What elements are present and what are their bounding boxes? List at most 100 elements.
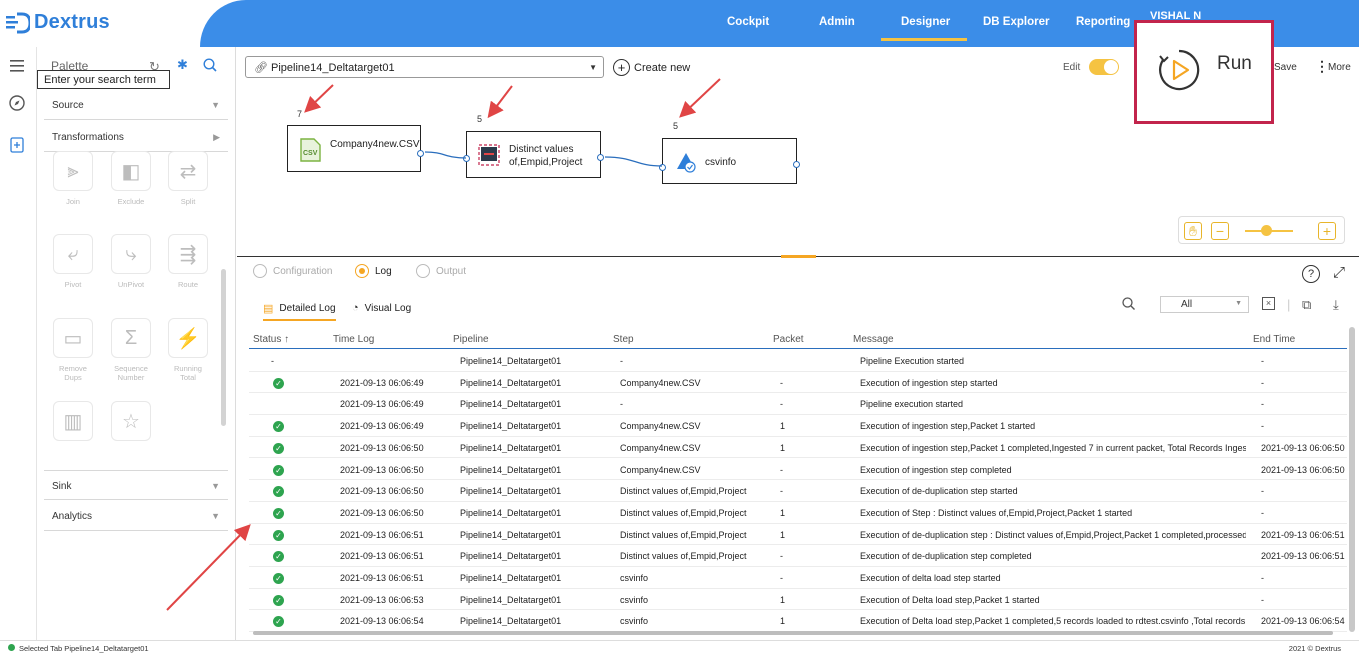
- cell-packet: -: [780, 486, 783, 497]
- table-row[interactable]: 2021-09-13 06:06:49 Pipeline14_Deltatarge…: [249, 393, 1347, 416]
- clear-filter-icon[interactable]: ×: [1262, 297, 1275, 310]
- cell-pipeline: Pipeline14_Deltatarget01: [460, 594, 562, 605]
- radio-selected-icon: [355, 264, 369, 278]
- cell-step: -: [620, 356, 623, 366]
- zoom-in-button[interactable]: +: [1318, 222, 1336, 240]
- tab-label: Output: [436, 265, 467, 277]
- document-icon: ▤: [263, 303, 274, 315]
- download-icon[interactable]: ⤓: [1333, 297, 1339, 313]
- search-icon[interactable]: [1122, 297, 1135, 313]
- cell-pipeline: Pipeline14_Deltatarget01: [460, 573, 562, 583]
- success-check-icon: ✓: [273, 551, 284, 563]
- cell-step: Company4new.CSV: [620, 377, 701, 388]
- cell-end: -: [1261, 573, 1264, 583]
- column-header-packet[interactable]: Packet: [773, 334, 804, 345]
- cell-packet: 1: [780, 616, 786, 627]
- tab-output[interactable]: Output: [416, 264, 466, 278]
- table-row[interactable]: ✓ 2021-09-13 06:06:54 Pipeline14_Deltatarg…: [249, 610, 1347, 633]
- copy-icon[interactable]: ⧉: [1302, 297, 1311, 313]
- cell-step: Distinct values of,Empid,Project: [620, 486, 747, 497]
- cell-end: 2021-09-13 06:06:50: [1261, 442, 1345, 453]
- column-header-message[interactable]: Message: [853, 334, 894, 345]
- cell-end: 2021-09-13 06:06:51: [1261, 551, 1345, 562]
- tab-detailed-log[interactable]: ▤ Detailed Log: [263, 302, 336, 315]
- success-check-icon: ✓: [273, 594, 284, 606]
- cell-step: Distinct values of,Empid,Project: [620, 507, 747, 518]
- table-row[interactable]: ✓ 2021-09-13 06:06:53 Pipeline14_Deltatarg…: [249, 589, 1347, 611]
- panel-resize-handle[interactable]: [781, 255, 816, 258]
- search-tooltip: Enter your search term: [37, 70, 170, 89]
- cell-pipeline: Pipeline14_Deltatarget01: [460, 616, 562, 627]
- table-row[interactable]: - Pipeline14_Deltatarget01 - Pipeline Execu…: [249, 350, 1347, 372]
- success-check-icon: ✓: [273, 486, 284, 498]
- header-label: Status: [253, 334, 282, 345]
- help-icon[interactable]: ?: [1302, 265, 1320, 283]
- cell-step: Distinct values of,Empid,Project: [620, 529, 747, 540]
- table-row[interactable]: ✓ 2021-09-13 06:06:50 Pipeline14_Deltatarg…: [249, 480, 1347, 502]
- cell-time: 2021-09-13 06:06:50: [340, 464, 424, 475]
- cell-pipeline: Pipeline14_Deltatarget01: [460, 507, 562, 518]
- table-row[interactable]: ✓ 2021-09-13 06:06:49 Pipeline14_Deltatarg…: [249, 415, 1347, 437]
- cell-time: 2021-09-13 06:06:51: [340, 573, 424, 583]
- cell-end: -: [1261, 486, 1264, 497]
- tab-visual-log[interactable]: ◔ Visual Log: [352, 302, 411, 314]
- zoom-slider-handle[interactable]: [1261, 225, 1272, 236]
- cell-pipeline: Pipeline14_Deltatarget01: [460, 377, 562, 388]
- column-header-step[interactable]: Step: [613, 334, 634, 345]
- tab-label: Log: [375, 265, 392, 277]
- table-row[interactable]: ✓ 2021-09-13 06:06:50 Pipeline14_Deltatarg…: [249, 437, 1347, 459]
- cell-message: Execution of ingestion step completed: [860, 464, 1012, 475]
- cell-step: csvinfo: [620, 594, 649, 605]
- sub-tab-label: Detailed Log: [279, 303, 336, 314]
- tab-configuration[interactable]: Configuration: [253, 264, 332, 278]
- cell-packet: -: [780, 573, 783, 583]
- column-header-time-log[interactable]: Time Log: [333, 334, 374, 345]
- cell-end: -: [1261, 507, 1264, 518]
- table-row[interactable]: ✓ 2021-09-13 06:06:51 Pipeline14_Deltatarg…: [249, 545, 1347, 567]
- table-vertical-scrollbar[interactable]: [1349, 327, 1355, 632]
- cell-end: 2021-09-13 06:06:50: [1261, 464, 1345, 475]
- success-check-icon: ✓: [273, 421, 284, 433]
- active-subtab-indicator: [263, 319, 336, 321]
- cell-time: 2021-09-13 06:06:54: [340, 616, 424, 627]
- log-filter-select[interactable]: All ▼: [1160, 296, 1249, 313]
- cell-step: csvinfo: [620, 573, 649, 583]
- cell-end: -: [1261, 594, 1264, 605]
- cell-time: 2021-09-13 06:06:50: [340, 442, 424, 453]
- cell-end: 2021-09-13 06:06:51: [1261, 529, 1345, 540]
- expand-icon[interactable]: ⤢: [1333, 264, 1345, 281]
- table-row[interactable]: ✓ 2021-09-13 06:06:51 Pipeline14_Deltatarg…: [249, 567, 1347, 589]
- pie-chart-icon: ◔: [352, 302, 359, 314]
- cell-pipeline: Pipeline14_Deltatarget01: [460, 421, 562, 432]
- hand-pan-icon[interactable]: ✋︎: [1184, 222, 1202, 240]
- tab-log[interactable]: Log: [355, 264, 392, 278]
- table-row[interactable]: ✓ 2021-09-13 06:06:49 Pipeline14_Deltatarg…: [249, 372, 1347, 394]
- cell-time: 2021-09-13 06:06:49: [340, 399, 424, 410]
- column-header-status[interactable]: Status ↑: [253, 334, 289, 345]
- separator: |: [1287, 297, 1291, 312]
- table-horizontal-scrollbar[interactable]: [253, 631, 1333, 635]
- radio-icon: [253, 264, 267, 278]
- zoom-out-button[interactable]: −: [1211, 222, 1229, 240]
- tab-label: Configuration: [273, 265, 333, 277]
- run-button-highlight[interactable]: Run: [1134, 20, 1274, 124]
- cell-message: Pipeline execution started: [860, 399, 964, 410]
- cell-end: -: [1261, 356, 1264, 366]
- cell-time: 2021-09-13 06:06:53: [340, 594, 424, 605]
- cell-message: Execution of ingestion step started: [860, 377, 998, 388]
- cell-message: Execution of delta load step started: [860, 573, 1001, 583]
- column-header-pipeline[interactable]: Pipeline: [453, 334, 489, 345]
- cell-packet: 1: [780, 421, 786, 432]
- column-header-end-time[interactable]: End Time: [1253, 334, 1295, 345]
- cell-message: Execution of de-duplication step started: [860, 486, 1018, 497]
- cell-end: -: [1261, 399, 1264, 410]
- cell-pipeline: Pipeline14_Deltatarget01: [460, 551, 562, 562]
- cell-pipeline: Pipeline14_Deltatarget01: [460, 356, 562, 366]
- table-row[interactable]: ✓ 2021-09-13 06:06:51 Pipeline14_Deltatarg…: [249, 524, 1347, 546]
- cell-pipeline: Pipeline14_Deltatarget01: [460, 486, 562, 497]
- cell-message: Execution of Delta load step,Packet 1 co…: [860, 616, 1246, 627]
- cell-end: -: [1261, 377, 1264, 388]
- table-row[interactable]: ✓ 2021-09-13 06:06:50 Pipeline14_Deltatarg…: [249, 459, 1347, 481]
- cell-message: Execution of ingestion step,Packet 1 sta…: [860, 421, 1036, 432]
- table-row[interactable]: ✓ 2021-09-13 06:06:50 Pipeline14_Deltatarg…: [249, 502, 1347, 524]
